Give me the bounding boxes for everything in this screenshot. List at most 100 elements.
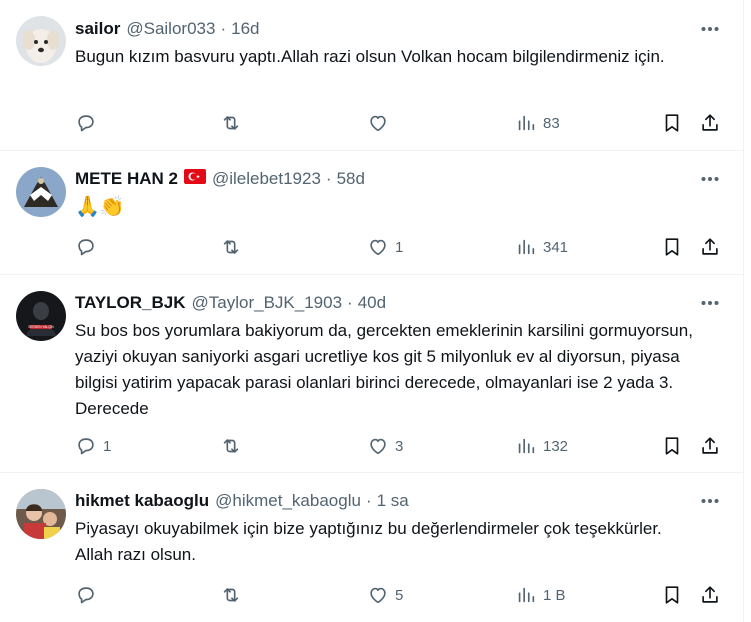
display-name[interactable]: TAYLOR_BJK bbox=[75, 293, 186, 313]
like-count: 1 bbox=[395, 238, 404, 256]
heart-icon bbox=[370, 438, 386, 455]
retweet-icon bbox=[223, 240, 239, 254]
tweet-text: Piyasayı okuyabilmek için bize yaptığını… bbox=[75, 519, 662, 564]
tweet-text: Su bos bos yorumlara bakiyorum da, gerce… bbox=[75, 321, 693, 418]
avatar[interactable] bbox=[16, 489, 66, 539]
heart-icon bbox=[370, 239, 386, 256]
user-handle[interactable]: @Taylor_BJK_1903 bbox=[192, 293, 343, 313]
retweet-button[interactable] bbox=[220, 583, 248, 607]
timestamp[interactable]: 58d bbox=[337, 169, 365, 189]
retweet-button[interactable] bbox=[220, 111, 248, 135]
user-handle[interactable]: @hikmet_kabaoglu bbox=[215, 491, 361, 511]
turkey-flag-icon bbox=[183, 169, 206, 189]
like-count: 3 bbox=[395, 437, 404, 455]
separator: · bbox=[325, 169, 332, 188]
views-chart-icon bbox=[518, 115, 535, 131]
reply-count: 1 bbox=[103, 437, 112, 455]
tweet[interactable]: SERDEN YALÇIN TAYLOR_BJK @Taylor_BJK_190… bbox=[0, 275, 743, 473]
more-icon bbox=[701, 301, 719, 305]
eagle-avatar-icon bbox=[16, 167, 66, 217]
avatar[interactable]: SERDEN YALÇIN bbox=[16, 291, 66, 341]
bookmark-icon bbox=[665, 114, 679, 132]
display-name[interactable]: hikmet kabaoglu bbox=[75, 491, 209, 511]
timeline: sailor @Sailor033 · 16d Bugun kızım basv… bbox=[0, 0, 744, 622]
retweet-button[interactable] bbox=[220, 235, 248, 259]
like-button[interactable]: 5 bbox=[367, 583, 403, 607]
reply-button[interactable]: 1 bbox=[75, 434, 111, 458]
views-chart-icon bbox=[518, 239, 535, 255]
bookmark-icon bbox=[665, 437, 679, 455]
views-button[interactable]: 1 B bbox=[515, 583, 566, 607]
share-button[interactable] bbox=[699, 111, 721, 135]
reply-button[interactable] bbox=[75, 583, 103, 607]
tweet-header: METE HAN 2 @ilelebet1923 · 58d bbox=[75, 168, 365, 190]
bookmark-button[interactable] bbox=[661, 434, 683, 458]
like-count: 5 bbox=[395, 586, 404, 604]
tweet-text: Bugun kızım basvuru yaptı.Allah razi ols… bbox=[75, 47, 665, 66]
tweet-header: hikmet kabaoglu @hikmet_kabaoglu · 1 sa bbox=[75, 490, 409, 512]
share-icon bbox=[702, 586, 718, 603]
views-button[interactable]: 132 bbox=[515, 434, 568, 458]
separator: · bbox=[347, 293, 353, 312]
heart-icon bbox=[370, 115, 386, 132]
tweet[interactable]: sailor @Sailor033 · 16d Bugun kızım basv… bbox=[0, 0, 743, 151]
like-button[interactable] bbox=[367, 111, 395, 135]
retweet-icon bbox=[223, 439, 239, 453]
view-count: 83 bbox=[543, 114, 560, 132]
bookmark-button[interactable] bbox=[661, 235, 683, 259]
user-handle[interactable]: @Sailor033 bbox=[126, 19, 215, 39]
dark-portrait-avatar-icon: SERDEN YALÇIN bbox=[16, 291, 66, 341]
tweet-text: 🙏👏 bbox=[75, 196, 125, 218]
retweet-button[interactable] bbox=[220, 434, 248, 458]
reply-icon bbox=[78, 587, 94, 604]
bookmark-button[interactable] bbox=[661, 583, 683, 607]
family-photo-avatar-icon bbox=[16, 489, 66, 539]
share-button[interactable] bbox=[699, 235, 721, 259]
avatar[interactable] bbox=[16, 167, 66, 217]
retweet-icon bbox=[223, 116, 239, 130]
avatar-caption: SERDEN YALÇIN bbox=[28, 325, 54, 329]
avatar[interactable] bbox=[16, 16, 66, 66]
user-handle[interactable]: @ilelebet1923 bbox=[212, 169, 321, 189]
separator: · bbox=[220, 19, 227, 38]
reply-icon bbox=[78, 115, 94, 132]
tweet-actions: 1 341 bbox=[75, 235, 725, 259]
share-button[interactable] bbox=[699, 434, 721, 458]
separator: · bbox=[365, 491, 372, 510]
tweet-actions: 83 bbox=[75, 111, 725, 135]
more-options-button[interactable] bbox=[699, 490, 721, 512]
reply-button[interactable] bbox=[75, 111, 103, 135]
views-button[interactable]: 83 bbox=[515, 111, 560, 135]
timestamp[interactable]: 40d bbox=[358, 293, 386, 313]
views-button[interactable]: 341 bbox=[515, 235, 568, 259]
bookmark-icon bbox=[665, 238, 679, 256]
share-icon bbox=[702, 238, 718, 255]
views-chart-icon bbox=[518, 438, 535, 454]
timestamp[interactable]: 16d bbox=[231, 19, 259, 39]
share-icon bbox=[702, 114, 718, 131]
display-name[interactable]: sailor bbox=[75, 19, 120, 39]
share-icon bbox=[702, 437, 718, 454]
display-name[interactable]: METE HAN 2 bbox=[75, 169, 178, 189]
more-icon bbox=[701, 27, 719, 31]
tweet[interactable]: hikmet kabaoglu @hikmet_kabaoglu · 1 sa … bbox=[0, 473, 743, 622]
view-count: 1 B bbox=[543, 586, 566, 604]
tweet-header: sailor @Sailor033 · 16d bbox=[75, 18, 260, 40]
like-button[interactable]: 3 bbox=[367, 434, 403, 458]
heart-icon bbox=[370, 587, 386, 604]
dog-avatar-icon bbox=[16, 16, 66, 66]
more-options-button[interactable] bbox=[699, 168, 721, 190]
more-options-button[interactable] bbox=[699, 292, 721, 314]
like-button[interactable]: 1 bbox=[367, 235, 403, 259]
tweet[interactable]: METE HAN 2 @ilelebet1923 · 58d 🙏👏 1 341 bbox=[0, 151, 743, 275]
share-button[interactable] bbox=[699, 583, 721, 607]
bookmark-button[interactable] bbox=[661, 111, 683, 135]
view-count: 132 bbox=[543, 437, 569, 455]
tweet-actions: 5 1 B bbox=[75, 583, 725, 607]
more-icon bbox=[701, 499, 719, 503]
timestamp[interactable]: 1 sa bbox=[377, 491, 409, 511]
reply-button[interactable] bbox=[75, 235, 103, 259]
more-options-button[interactable] bbox=[699, 18, 721, 40]
retweet-icon bbox=[223, 588, 239, 602]
view-count: 341 bbox=[543, 238, 569, 256]
